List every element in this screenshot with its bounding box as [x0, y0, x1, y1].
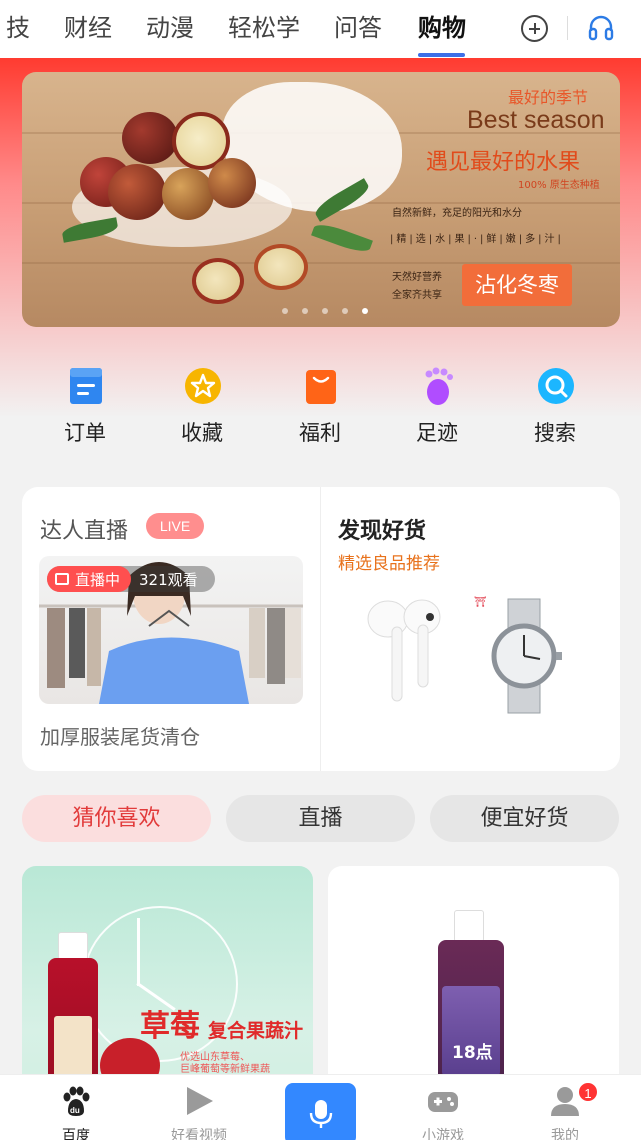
svg-text:⛩: ⛩: [474, 596, 487, 608]
bottom-navigation: du 百度 好看视频 小游戏 我的: [0, 1074, 641, 1140]
banner-headline: 遇见最好的水果: [426, 150, 581, 175]
divider: [320, 487, 321, 771]
discover-title[interactable]: 发现好货: [338, 513, 426, 545]
bottle-cap: [454, 910, 484, 942]
quick-action-orders[interactable]: 订单: [45, 366, 125, 450]
chip-cheap-goods[interactable]: 便宜好货: [430, 795, 619, 842]
leaf: [61, 217, 119, 243]
gift-bag-icon: [306, 370, 336, 404]
banner-slogan-1: 天然好营养: [392, 272, 442, 283]
product-badge: 沾化冬枣: [462, 264, 572, 306]
banner-desc: 自然新鲜，充足的阳光和水分: [392, 208, 522, 219]
jujube-half: [192, 258, 244, 304]
quick-action-footprint[interactable]: 足迹: [397, 366, 477, 450]
nav-label: 小游戏: [422, 1128, 464, 1140]
baidu-paw-icon: du: [63, 1086, 90, 1116]
live-status-pill: 直播中 321观看: [47, 566, 215, 592]
carousel-dot[interactable]: [282, 308, 288, 314]
live-stream-icon: [55, 573, 69, 585]
viewer-count: 321观看: [139, 571, 198, 589]
voice-search-button[interactable]: [285, 1083, 356, 1140]
product-subtitle: 复合果蔬汁: [208, 1020, 304, 1042]
live-status-indicator: 直播中: [47, 566, 131, 592]
notification-badge: 1: [577, 1081, 599, 1103]
quick-action-label: 足迹: [416, 421, 458, 445]
quick-action-favorites[interactable]: 收藏: [162, 366, 242, 450]
banner-eyebrow: 最好的季节: [508, 88, 589, 107]
banner-features: |精|选|水|果|·|鲜|嫩|多|汁|: [390, 234, 564, 245]
jujube-half: [254, 244, 308, 290]
tab-easy-learn[interactable]: 轻松学: [228, 12, 300, 44]
microphone-icon: [309, 1100, 333, 1128]
banner-headline-en: Best season: [467, 106, 605, 134]
quick-action-label: 收藏: [181, 421, 223, 445]
jujube-fruit: [208, 158, 256, 208]
quick-action-label: 搜索: [534, 421, 576, 445]
headphones-icon[interactable]: [588, 14, 614, 42]
star-icon: [185, 368, 221, 404]
carousel-dot[interactable]: [302, 308, 308, 314]
quick-action-label: 订单: [64, 421, 106, 445]
clock-hand: [137, 918, 140, 986]
quick-action-label: 福利: [299, 421, 341, 445]
watch-image[interactable]: ⛩: [474, 595, 574, 717]
tab-anime[interactable]: 动漫: [146, 12, 194, 44]
nav-video[interactable]: 好看视频: [144, 1075, 254, 1140]
nav-home[interactable]: du 百度: [21, 1075, 131, 1140]
quick-action-search[interactable]: 搜索: [515, 366, 595, 450]
top-tab-bar: 技 财经 动漫 轻松学 问答 购物: [0, 0, 641, 58]
tab-tech[interactable]: 技: [6, 12, 30, 44]
promo-banner[interactable]: 最好的季节 Best season 遇见最好的水果 100% 原生态种植 自然新…: [22, 72, 620, 327]
quick-action-welfare[interactable]: 福利: [280, 366, 360, 450]
banner-slogan-2: 全家齐共享: [392, 290, 442, 301]
live-caption[interactable]: 加厚服装尾货清仓: [40, 721, 200, 750]
active-tab-indicator: [418, 53, 465, 57]
nav-label: 百度: [62, 1128, 90, 1140]
tab-qa[interactable]: 问答: [334, 12, 382, 44]
carousel-dot[interactable]: [342, 308, 348, 314]
live-section-title[interactable]: 达人直播: [40, 513, 128, 545]
footprint-icon: [425, 367, 453, 405]
chip-live[interactable]: 直播: [226, 795, 415, 842]
order-icon: [70, 368, 102, 404]
play-icon: [187, 1087, 213, 1115]
product-note: 巨峰葡萄等新鲜果蔬: [180, 1064, 270, 1075]
bottle-cap: [58, 932, 88, 960]
nav-label: 我的: [551, 1128, 579, 1140]
divider: [567, 16, 568, 40]
carousel-dot[interactable]: [362, 308, 368, 314]
nav-profile[interactable]: 我的: [510, 1075, 620, 1140]
product-title: 草莓: [140, 1009, 200, 1044]
live-badge: LIVE: [146, 513, 204, 539]
product-label-text: 18点: [452, 1043, 493, 1063]
earbuds-image[interactable]: [358, 597, 448, 709]
live-thumbnail[interactable]: 直播中 321观看: [39, 556, 303, 704]
gamepad-icon: [428, 1092, 458, 1112]
carousel-dot[interactable]: [322, 308, 328, 314]
jujube-fruit: [108, 164, 166, 220]
search-icon: [538, 368, 574, 404]
nav-label: 好看视频: [171, 1128, 227, 1140]
jujube-fruit: [162, 168, 214, 220]
nav-mini-games[interactable]: 小游戏: [388, 1075, 498, 1140]
add-channel-icon[interactable]: [521, 15, 548, 42]
banner-tagline: 100% 原生态种植: [518, 180, 600, 191]
tab-shopping[interactable]: 购物: [418, 12, 466, 44]
live-status-text: 直播中: [75, 571, 121, 589]
chip-guess-you-like[interactable]: 猜你喜欢: [22, 795, 211, 842]
tab-finance[interactable]: 财经: [64, 12, 112, 44]
svg-text:du: du: [70, 1106, 80, 1115]
live-discover-card: 达人直播 LIVE 直播中 321观看 加厚服装尾货清仓 发现好货 精选良品推荐: [22, 487, 620, 771]
jujube-fruit: [122, 112, 178, 164]
leaf: [311, 220, 373, 256]
discover-subtitle: 精选良品推荐: [338, 554, 440, 574]
